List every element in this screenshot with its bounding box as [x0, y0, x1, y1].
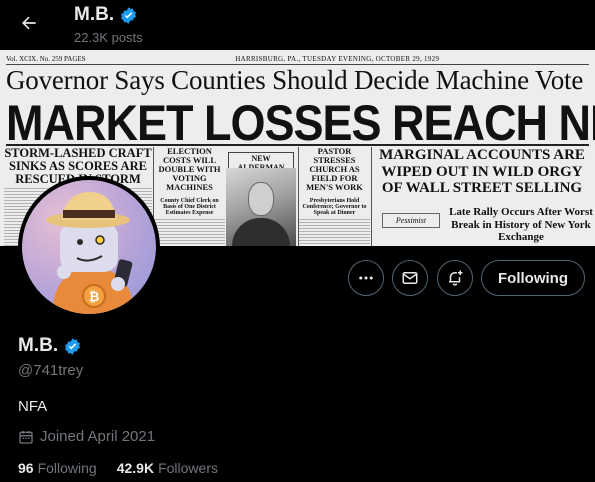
- bell-plus-icon: [449, 270, 463, 286]
- joined-date-row: Joined April 2021: [18, 428, 155, 445]
- photo-suit: [232, 218, 290, 246]
- header-title: M.B.: [74, 4, 115, 25]
- column-election-text: [154, 216, 225, 246]
- back-button[interactable]: [14, 8, 44, 38]
- profile-handle: @741trey: [18, 362, 84, 379]
- profile-bio: NFA: [18, 398, 48, 415]
- following-link[interactable]: 96 Following: [18, 460, 97, 476]
- avatar[interactable]: ₿: [18, 176, 160, 318]
- calendar-icon: [19, 430, 33, 444]
- more-button[interactable]: [348, 260, 384, 296]
- header-title-row: M.B.: [74, 4, 138, 26]
- followers-count: 42.9K: [116, 460, 155, 476]
- column-pastor-head: PASTOR STRESSES CHURCH AS FIELD FOR MEN'…: [306, 146, 363, 192]
- column-pastor: PASTOR STRESSES CHURCH AS FIELD FOR MEN'…: [298, 147, 370, 246]
- newspaper-photo: [226, 168, 296, 246]
- photo-face: [248, 182, 274, 216]
- market-headline: MARGINAL ACCOUNTS ARE WIPED OUT IN WILD …: [379, 147, 585, 196]
- following-count: 96: [18, 460, 34, 476]
- envelope-icon: [402, 272, 418, 284]
- column-election: ELECTION COSTS WILL DOUBLE WITH VOTING M…: [153, 147, 225, 246]
- posts-count: 22.3K posts: [74, 30, 143, 45]
- verified-badge-icon[interactable]: [63, 337, 82, 356]
- arrow-left-icon: [22, 16, 36, 30]
- top-bar: M.B. 22.3K posts: [0, 0, 595, 50]
- following-button[interactable]: Following: [481, 260, 585, 296]
- message-button[interactable]: [392, 260, 428, 296]
- verified-badge-icon: [121, 6, 137, 24]
- svg-text:₿: ₿: [89, 290, 100, 305]
- column-pastor-sub: Presbyterians Hold Conference; Governor …: [302, 197, 367, 217]
- column-election-head: ELECTION COSTS WILL DOUBLE WITH VOTING M…: [158, 146, 221, 192]
- followers-link[interactable]: 42.9K Followers: [117, 460, 218, 476]
- column-pastor-text: [299, 216, 370, 246]
- avatar-art: ₿: [46, 192, 134, 314]
- follow-stats: 96 Following 42.9K Followers: [18, 460, 218, 476]
- pessimist-box: Pessimist: [382, 213, 440, 228]
- newspaper-dateline: Vol. XCIX. No. 259 PAGES HARRISBURG, PA.…: [6, 53, 589, 65]
- notify-button[interactable]: [437, 260, 473, 296]
- column-election-sub: County Chief Clerk on Basis of One Distr…: [160, 197, 219, 217]
- more-icon: [359, 276, 373, 280]
- joined-date: Joined April 2021: [40, 428, 156, 445]
- profile-name-row: M.B.: [18, 335, 82, 357]
- followers-label: Followers: [158, 460, 218, 476]
- dateline-left: Vol. XCIX. No. 259 PAGES: [6, 54, 86, 63]
- profile-name: M.B.: [18, 335, 59, 356]
- dateline-center: HARRISBURG, PA., TUESDAY EVENING, OCTOBE…: [235, 54, 440, 63]
- rally-headline: Late Rally Occurs After Worst Break in H…: [449, 206, 593, 244]
- following-label: Following: [37, 460, 97, 476]
- headline-top: Governor Says Counties Should Decide Mac…: [6, 65, 584, 95]
